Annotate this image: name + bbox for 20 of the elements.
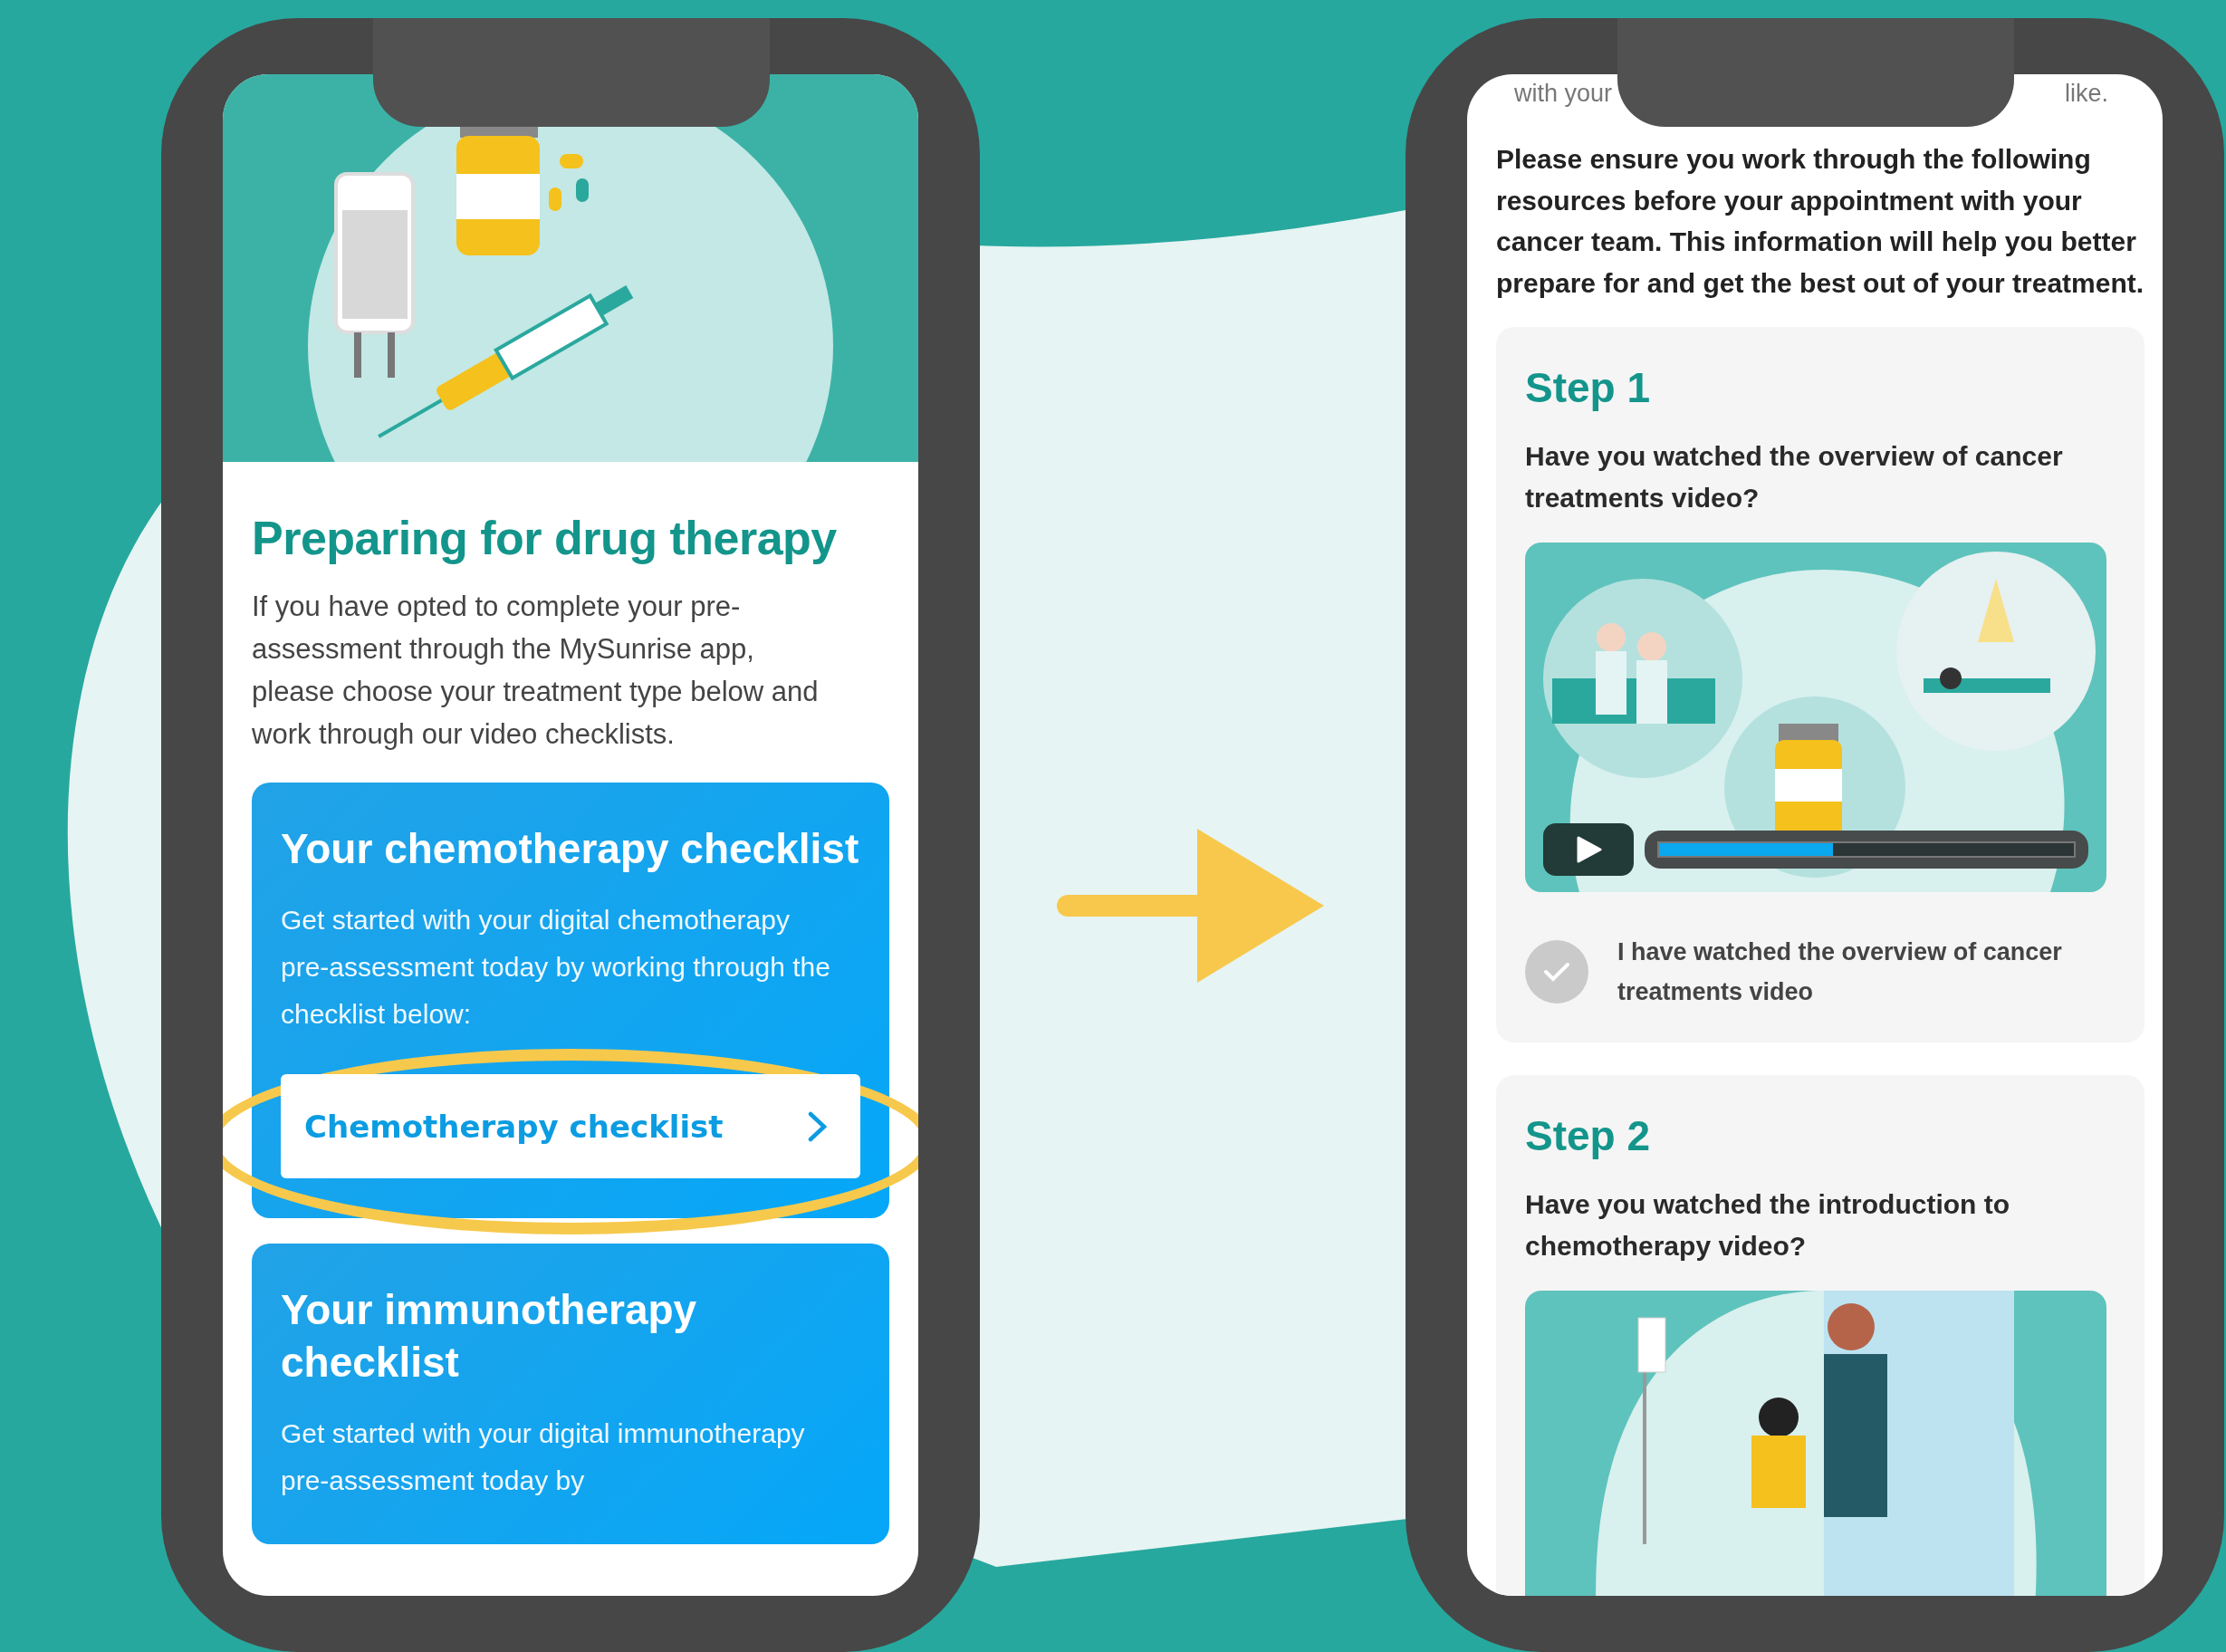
chevron-right-icon xyxy=(808,1110,828,1142)
checkbox-label: I have watched the overview of cancer treatments video xyxy=(1617,937,2063,1007)
cut-off-text: like. xyxy=(2065,80,2108,108)
card-description: Get started with your digital immunotherapy pre-assessment today by xyxy=(281,1417,806,1497)
play-button[interactable] xyxy=(1543,823,1634,876)
card-title: Your immunotherapy checklist xyxy=(281,1285,698,1388)
page-title: Preparing for drug therapy xyxy=(252,511,838,565)
play-icon xyxy=(1575,836,1602,863)
step-title: Step 2 xyxy=(1525,1111,1652,1160)
checkmark-icon xyxy=(1543,961,1570,983)
intro-paragraph: Please ensure you work through the following resources before your appointment with your cancer team. This information will help you better prepare for and get the best out of your treatment. xyxy=(1496,143,2144,300)
step-title: Step 1 xyxy=(1525,363,1652,412)
cut-off-text: with your xyxy=(1514,80,1613,108)
checklist-button[interactable]: Chemotherapy checklist xyxy=(281,1074,860,1178)
video-progress-bar[interactable] xyxy=(1645,831,2088,869)
step-question: Have you watched the introduction to chemotherapy video? xyxy=(1525,1188,2011,1263)
card-title: Your chemotherapy checklist xyxy=(281,824,860,874)
card-description: Get started with your digital chemotherapy pre-assessment today by working through the checklist below: xyxy=(281,904,831,1031)
step-question: Have you watched the overview of cancer treatments video? xyxy=(1525,440,2064,514)
intro-paragraph: If you have opted to complete your pre-assessment through the MySunrise app, please choose your treatment type below and work through our video checklists. xyxy=(252,590,820,752)
